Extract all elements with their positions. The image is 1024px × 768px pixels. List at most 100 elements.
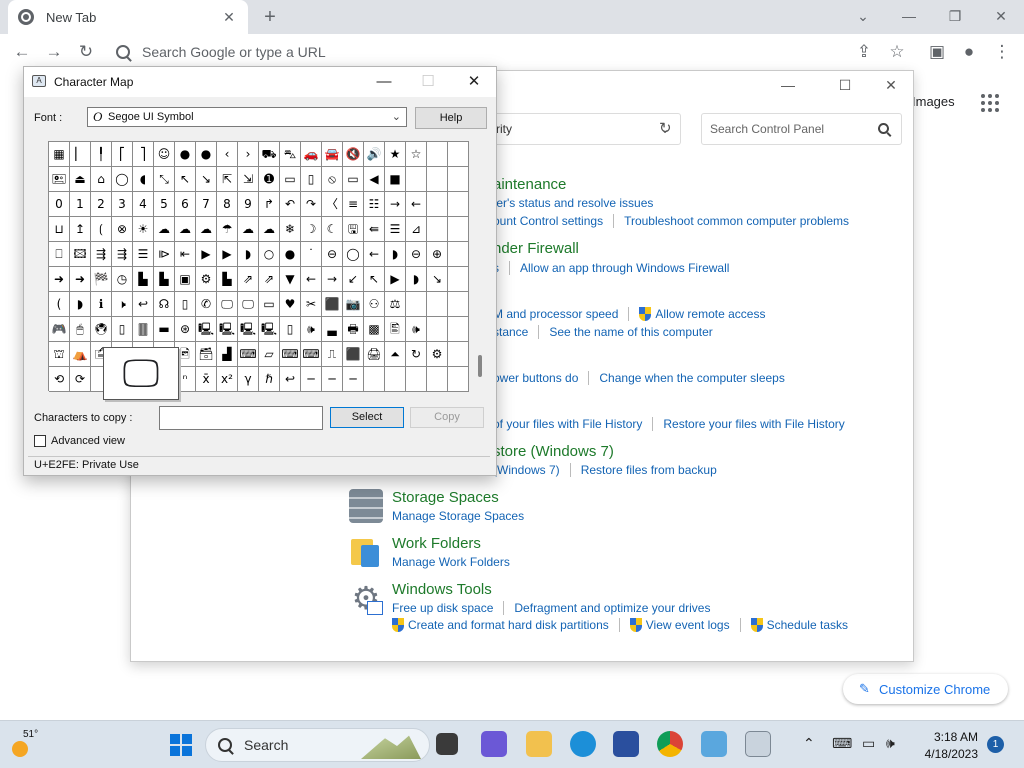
taskbar-clock[interactable]: 3:18 AM 4/18/2023: [914, 729, 978, 763]
character-cell[interactable]: 🖳: [217, 317, 238, 342]
character-cell[interactable]: ←: [364, 242, 385, 267]
character-cell[interactable]: ─: [343, 367, 364, 392]
character-cell[interactable]: ↘: [427, 267, 448, 292]
character-cell[interactable]: ⎡: [112, 142, 133, 167]
cp-link[interactable]: Allow remote access: [655, 307, 765, 321]
cp-link[interactable]: stance: [493, 325, 528, 339]
character-cell[interactable]: 🔇: [343, 142, 364, 167]
character-cell[interactable]: ⏶: [385, 342, 406, 367]
character-cell[interactable]: ◀: [364, 167, 385, 192]
show-hidden-icons-chevron-icon[interactable]: ⌃: [803, 735, 815, 752]
character-cell[interactable]: 🖭: [49, 167, 70, 192]
character-cell[interactable]: ▶: [196, 242, 217, 267]
character-cell[interactable]: ◖: [133, 167, 154, 192]
character-cell[interactable]: 🕨: [112, 292, 133, 317]
character-cell[interactable]: ⛺: [70, 342, 91, 367]
cp-link[interactable]: View event logs: [646, 618, 730, 632]
character-cell[interactable]: ⬛: [343, 342, 364, 367]
bookmark-star-icon[interactable]: ☆: [885, 40, 909, 64]
character-cell[interactable]: ⇶: [112, 242, 133, 267]
character-cell[interactable]: ⟲: [49, 367, 70, 392]
character-cell[interactable]: ⛟: [259, 142, 280, 167]
character-cell[interactable]: ←: [406, 192, 427, 217]
google-apps-icon[interactable]: [981, 94, 999, 112]
browser-tab[interactable]: New Tab ✕: [8, 0, 248, 34]
character-cell[interactable]: ⚙: [427, 342, 448, 367]
character-cell[interactable]: ─: [301, 367, 322, 392]
cp-category-title[interactable]: store (Windows 7): [493, 443, 614, 460]
customize-chrome-button[interactable]: ✎ Customize Chrome: [843, 674, 1008, 704]
character-cell[interactable]: ↥: [70, 217, 91, 242]
character-cell[interactable]: ↶: [280, 192, 301, 217]
character-cell[interactable]: ★: [385, 142, 406, 167]
character-cell[interactable]: ⇗: [238, 267, 259, 292]
character-cell[interactable]: ─: [322, 367, 343, 392]
character-cell[interactable]: [406, 367, 427, 392]
character-cell[interactable]: ▭: [280, 167, 301, 192]
character-cell[interactable]: ➊: [259, 167, 280, 192]
chrome-taskbar-icon[interactable]: [657, 731, 683, 757]
character-cell[interactable]: ◯: [112, 167, 133, 192]
character-cell[interactable]: 5: [154, 192, 175, 217]
chrome-menu-icon[interactable]: ⋮: [990, 40, 1014, 64]
character-cell[interactable]: ⎍: [322, 342, 343, 367]
cp-maximize-button[interactable]: ☐: [833, 77, 857, 97]
character-cell[interactable]: ‹: [217, 142, 238, 167]
character-cell[interactable]: ⌂: [91, 167, 112, 192]
character-cell[interactable]: ▱: [259, 342, 280, 367]
character-cell[interactable]: 1: [70, 192, 91, 217]
character-cell[interactable]: ⎕: [49, 242, 70, 267]
character-cell[interactable]: ☰: [133, 242, 154, 267]
cp-link[interactable]: Allow an app through Windows Firewall: [520, 261, 729, 275]
character-cell[interactable]: 🖨: [364, 342, 385, 367]
character-cell[interactable]: [385, 367, 406, 392]
character-cell[interactable]: ⛍: [280, 142, 301, 167]
character-cell[interactable]: 3: [112, 192, 133, 217]
character-cell[interactable]: 9: [238, 192, 259, 217]
cp-category-title[interactable]: Storage Spaces: [392, 489, 499, 506]
advanced-view-checkbox[interactable]: Advanced view: [34, 435, 125, 447]
character-cell[interactable]: 🔊: [364, 142, 385, 167]
cp-link[interactable]: Troubleshoot common computer problems: [624, 214, 849, 228]
character-cell[interactable]: 8: [217, 192, 238, 217]
tab-search-chevron-icon[interactable]: ⌄: [840, 0, 886, 32]
notification-badge[interactable]: 1: [987, 736, 1004, 753]
character-cell[interactable]: 6: [175, 192, 196, 217]
character-cell[interactable]: →: [385, 192, 406, 217]
cp-search-input[interactable]: Search Control Panel: [701, 113, 902, 145]
character-cell[interactable]: 🖾: [70, 242, 91, 267]
character-cell[interactable]: →: [322, 267, 343, 292]
character-cell[interactable]: ▙: [217, 267, 238, 292]
character-cell[interactable]: ›: [238, 142, 259, 167]
font-dropdown[interactable]: O Segoe UI Symbol ⌄: [87, 107, 407, 127]
cp-link[interactable]: of your files with File History: [493, 417, 642, 431]
character-cell[interactable]: ↘: [196, 167, 217, 192]
character-cell[interactable]: 📷: [343, 292, 364, 317]
character-cell[interactable]: ●: [196, 142, 217, 167]
character-cell[interactable]: ▙: [154, 267, 175, 292]
character-cell[interactable]: ▯: [301, 167, 322, 192]
character-cell[interactable]: ○: [259, 242, 280, 267]
character-cell[interactable]: ˙: [301, 242, 322, 267]
charmap-minimize-button[interactable]: —: [370, 72, 398, 92]
profile-avatar-icon[interactable]: ●: [957, 40, 981, 64]
character-cell[interactable]: ☰: [385, 217, 406, 242]
character-cell[interactable]: ⇲: [238, 167, 259, 192]
network-icon[interactable]: ▭: [862, 735, 875, 752]
cp-category-title[interactable]: nder Firewall: [493, 240, 579, 257]
restore-button[interactable]: ❐: [932, 0, 978, 32]
character-cell[interactable]: ⤡: [154, 167, 175, 192]
character-cell[interactable]: ⧐: [154, 242, 175, 267]
character-cell[interactable]: [406, 292, 427, 317]
character-cell[interactable]: 🖲: [91, 317, 112, 342]
character-cell[interactable]: ⇤: [175, 242, 196, 267]
character-cell[interactable]: ▟: [217, 342, 238, 367]
select-button[interactable]: Select: [330, 407, 404, 428]
character-cell[interactable]: ↖: [175, 167, 196, 192]
cp-link[interactable]: Restore your files with File History: [663, 417, 844, 431]
back-arrow-icon[interactable]: ←: [10, 40, 34, 64]
edge-browser-icon[interactable]: [570, 731, 596, 757]
character-cell[interactable]: ■: [385, 167, 406, 192]
character-cell[interactable]: 🎮: [49, 317, 70, 342]
control-panel-taskbar-icon[interactable]: [701, 731, 727, 757]
